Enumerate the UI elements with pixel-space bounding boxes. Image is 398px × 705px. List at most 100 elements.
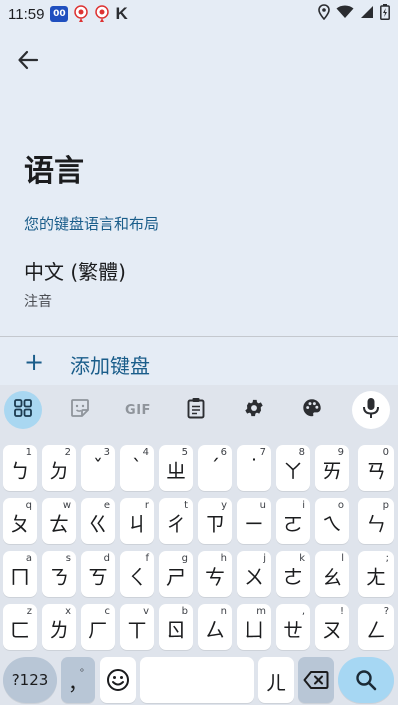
theme-button[interactable] bbox=[293, 391, 331, 429]
key-row3-10[interactable]: ㄤ; bbox=[358, 551, 394, 597]
key-label: ㄞ bbox=[322, 459, 342, 483]
key-row1-1[interactable]: ㄅ1 bbox=[3, 445, 37, 491]
key-hint: q bbox=[25, 500, 32, 511]
key-hint: s bbox=[65, 553, 71, 564]
key-row2-3[interactable]: ㄍe bbox=[81, 498, 115, 544]
key-label: ㄘ bbox=[205, 565, 225, 589]
key-hint: x bbox=[65, 606, 71, 617]
key-row3-3[interactable]: ㄎd bbox=[81, 551, 115, 597]
key-label: ㄛ bbox=[283, 512, 303, 536]
key-hint: b bbox=[181, 606, 188, 617]
key-label: ㄍ bbox=[88, 512, 108, 536]
clipboard-icon bbox=[186, 397, 206, 423]
key-row1-8[interactable]: ㄚ8 bbox=[276, 445, 310, 491]
settings-button[interactable] bbox=[235, 391, 273, 429]
status-right-group bbox=[318, 4, 390, 24]
key-label: ㄒ bbox=[127, 618, 147, 642]
er-key[interactable]: ㄦ bbox=[258, 657, 294, 703]
space-key[interactable] bbox=[140, 657, 254, 703]
key-row2-9[interactable]: ㄟo bbox=[315, 498, 349, 544]
key-row3-6[interactable]: ㄘh bbox=[198, 551, 232, 597]
gif-button[interactable]: GIF bbox=[119, 391, 157, 429]
search-icon bbox=[338, 657, 394, 703]
gif-icon: GIF bbox=[125, 402, 151, 418]
clipboard-button[interactable] bbox=[177, 391, 215, 429]
key-label: ㄟ bbox=[322, 512, 342, 536]
key-row4-10[interactable]: ㄥ? bbox=[358, 604, 394, 650]
key-row3-1[interactable]: ㄇa bbox=[3, 551, 37, 597]
key-hint: g bbox=[181, 553, 188, 564]
key-row2-8[interactable]: ㄛi bbox=[276, 498, 310, 544]
key-hint: 8 bbox=[298, 447, 305, 458]
key-row1-2[interactable]: ㄉ2 bbox=[42, 445, 76, 491]
language-list-item[interactable]: 中文 (繁體) 注音 bbox=[0, 250, 398, 320]
key-row4-4[interactable]: ㄒv bbox=[120, 604, 154, 650]
signal-icon bbox=[360, 5, 374, 23]
key-label: ˋ bbox=[132, 455, 142, 479]
key-row4-8[interactable]: ㄝ, bbox=[276, 604, 310, 650]
key-label: ˊ bbox=[210, 455, 220, 479]
key-row4-6[interactable]: ㄙn bbox=[198, 604, 232, 650]
back-button[interactable] bbox=[10, 44, 46, 80]
key-row3-4[interactable]: ㄑf bbox=[120, 551, 154, 597]
key-row2-5[interactable]: ㄔt bbox=[159, 498, 193, 544]
backspace-icon bbox=[298, 657, 334, 703]
key-hint: u bbox=[259, 500, 266, 511]
key-row3-2[interactable]: ㄋs bbox=[42, 551, 76, 597]
voice-input-button[interactable] bbox=[352, 391, 390, 429]
key-row1-6[interactable]: ˊ6 bbox=[198, 445, 232, 491]
key-hint: t bbox=[184, 500, 188, 511]
key-label: ㄈ bbox=[10, 618, 30, 642]
battery-icon bbox=[380, 4, 390, 24]
key-row2-6[interactable]: ㄗy bbox=[198, 498, 232, 544]
key-hint: 2 bbox=[64, 447, 71, 458]
key-label: ㄢ bbox=[366, 459, 386, 483]
key-row1-9[interactable]: ㄞ9 bbox=[315, 445, 349, 491]
key-row3-8[interactable]: ㄜk bbox=[276, 551, 310, 597]
apps-grid-button[interactable] bbox=[4, 391, 42, 429]
key-row4-3[interactable]: ㄏc bbox=[81, 604, 115, 650]
key-label: ㄡ bbox=[322, 618, 342, 642]
key-row2-7[interactable]: ㄧu bbox=[237, 498, 271, 544]
key-row2-10[interactable]: ㄣp bbox=[358, 498, 394, 544]
key-row4-9[interactable]: ㄡ! bbox=[315, 604, 349, 650]
key-row3-9[interactable]: ㄠl bbox=[315, 551, 349, 597]
key-row4-1[interactable]: ㄈz bbox=[3, 604, 37, 650]
search-key[interactable] bbox=[338, 657, 394, 703]
key-row3-7[interactable]: ㄨj bbox=[237, 551, 271, 597]
key-row2-4[interactable]: ㄐr bbox=[120, 498, 154, 544]
key-label: ㄇ bbox=[10, 565, 30, 589]
theme-palette-icon bbox=[301, 397, 323, 423]
key-hint: 1 bbox=[25, 447, 32, 458]
comma-key[interactable]: ， 。 bbox=[61, 657, 95, 703]
key-hint: m bbox=[256, 606, 266, 617]
key-hint: z bbox=[26, 606, 32, 617]
key-row3-5[interactable]: ㄕg bbox=[159, 551, 193, 597]
key-hint: a bbox=[25, 553, 32, 564]
key-hint: d bbox=[103, 553, 110, 564]
add-keyboard-button[interactable]: + 添加键盘 bbox=[0, 344, 398, 384]
divider bbox=[0, 336, 398, 337]
key-row4-2[interactable]: ㄌx bbox=[42, 604, 76, 650]
key-row4-7[interactable]: ㄩm bbox=[237, 604, 271, 650]
key-row1-7[interactable]: ˙ 7 bbox=[237, 445, 271, 491]
key-label: ㄌ bbox=[49, 618, 69, 642]
emoji-icon bbox=[100, 657, 136, 703]
apps-grid-icon bbox=[13, 398, 33, 422]
backspace-key[interactable] bbox=[298, 657, 334, 703]
key-label: ㄖ bbox=[166, 618, 186, 642]
key-row1-10[interactable]: ㄢ0 bbox=[358, 445, 394, 491]
key-row4-5[interactable]: ㄖb bbox=[159, 604, 193, 650]
key-row2-2[interactable]: ㄊw bbox=[42, 498, 76, 544]
key-row1-3[interactable]: ˇ3 bbox=[81, 445, 115, 491]
symbols-key[interactable]: ?123 bbox=[3, 657, 57, 703]
key-row1-5[interactable]: ㄓ5 bbox=[159, 445, 193, 491]
key-row2-1[interactable]: ㄆq bbox=[3, 498, 37, 544]
sticker-button[interactable] bbox=[61, 391, 99, 429]
emoji-key[interactable] bbox=[100, 657, 136, 703]
key-hint: v bbox=[143, 606, 149, 617]
key-row1-4[interactable]: ˋ4 bbox=[120, 445, 154, 491]
status-time: 11:59 bbox=[8, 5, 45, 23]
key-hint: r bbox=[144, 500, 149, 511]
key-hint: y bbox=[221, 500, 227, 511]
